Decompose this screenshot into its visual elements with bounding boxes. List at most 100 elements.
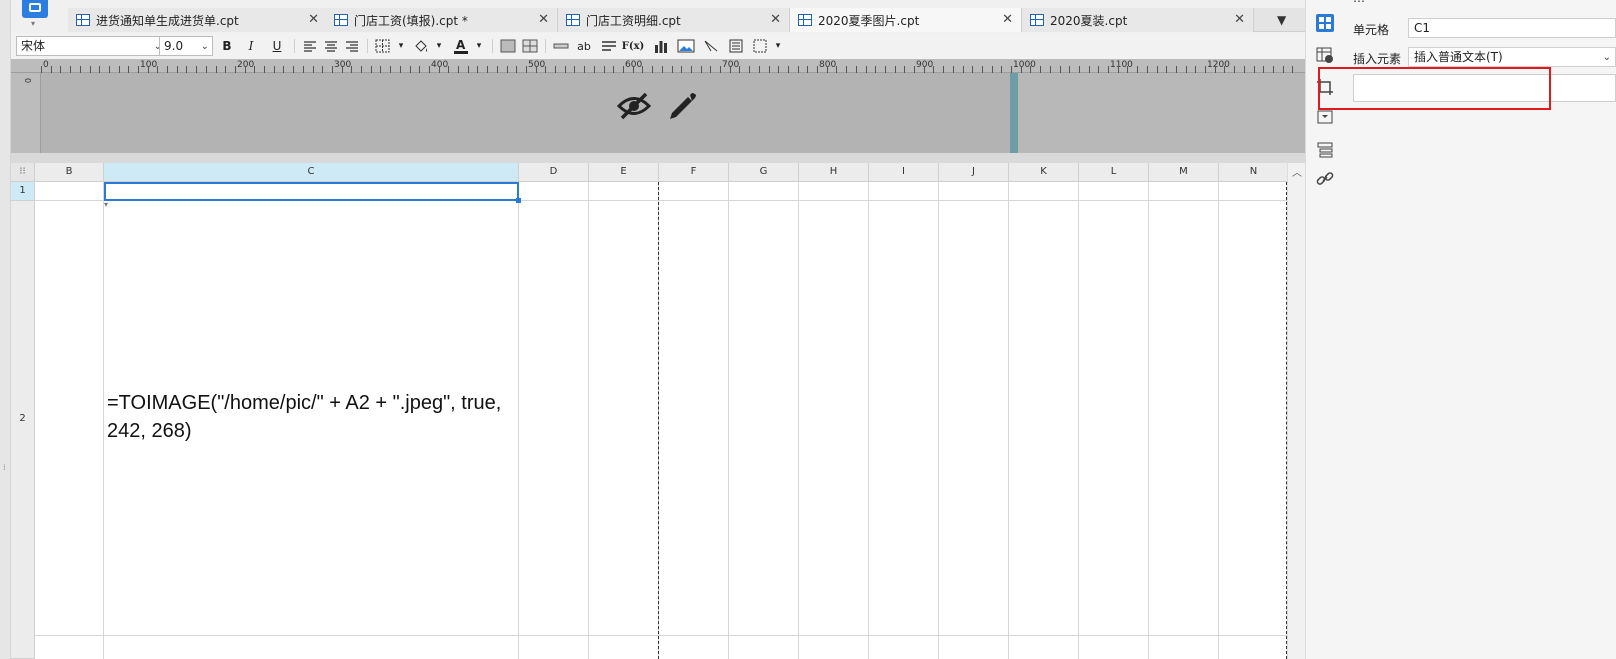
ruler-label: 1000 [1013, 60, 1036, 70]
formula-button[interactable]: F(x) [622, 37, 645, 55]
column-header-f[interactable]: F [659, 163, 729, 182]
cell-c2-content[interactable]: =TOIMAGE("/home/pic/" + A2 + ".jpeg", tr… [107, 389, 527, 445]
condition-attributes-icon[interactable] [1316, 140, 1334, 158]
font-family-select[interactable]: 宋体 ⌄ [16, 36, 166, 56]
ruler-tick [691, 66, 692, 73]
ruler-tick [1166, 66, 1167, 73]
column-header-m[interactable]: M [1149, 163, 1219, 182]
tab-1[interactable]: 进货通知单生成进货单.cpt ✕ [68, 8, 328, 32]
ruler-tick [1021, 66, 1022, 73]
tab-5[interactable]: 2020夏装.cpt ✕ [1022, 8, 1254, 32]
ruler-tick [148, 66, 149, 73]
ruler-tick [866, 66, 867, 73]
column-header-h[interactable]: H [799, 163, 869, 182]
close-icon[interactable]: ✕ [770, 12, 781, 27]
column-header-b[interactable]: B [35, 163, 104, 182]
ruler-tick [1108, 66, 1109, 73]
column-divider [1148, 182, 1149, 659]
ruler-tick [99, 66, 100, 73]
preview-divider[interactable] [11, 153, 1305, 163]
cell-name-input[interactable]: C1 [1408, 18, 1616, 38]
tab-label: 2020夏季图片.cpt [818, 13, 920, 28]
ruler-tick [924, 66, 925, 73]
rich-text-icon[interactable] [599, 37, 619, 55]
cell-attributes-icon[interactable] [1316, 14, 1334, 32]
ruler-tick [293, 66, 294, 73]
spreadsheet-grid: ⁝⁝ BCDEFGHIJKLMN 1 2 ▾ =TOIMAGE("/home/p… [11, 163, 1305, 659]
close-icon[interactable]: ✕ [538, 12, 549, 27]
fill-handle[interactable] [516, 198, 521, 203]
app-menu-button[interactable] [22, 0, 48, 18]
merge-cells-icon[interactable] [498, 37, 518, 55]
column-header-i[interactable]: I [869, 163, 939, 182]
ruler-tick [574, 66, 575, 73]
ruler-tick [477, 66, 478, 73]
left-collapse-strip[interactable]: ⁞ [0, 0, 11, 659]
ruler-tick [70, 66, 71, 73]
underline-button[interactable]: U [267, 37, 287, 55]
font-size-select[interactable]: 9.0 ⌄ [159, 36, 213, 56]
fill-color-icon[interactable] [411, 37, 431, 55]
select-all-corner[interactable]: ⁝⁝ [11, 163, 35, 182]
pencil-icon[interactable] [666, 89, 698, 121]
ruler-tick [1224, 66, 1225, 73]
font-color-icon[interactable]: A [451, 37, 471, 55]
selected-cell-c1[interactable] [104, 182, 519, 201]
column-header-j[interactable]: J [939, 163, 1009, 182]
ruler-tick [1127, 66, 1128, 73]
widget-icon[interactable] [1316, 108, 1334, 126]
ruler-tick [681, 66, 682, 73]
text-button[interactable]: ab [574, 37, 594, 55]
row-header-2[interactable]: 2 [11, 201, 35, 659]
image-icon[interactable] [676, 37, 696, 55]
slash-icon[interactable] [701, 37, 721, 55]
border-icon[interactable] [373, 37, 393, 55]
align-left-icon[interactable] [300, 37, 320, 55]
column-header-l[interactable]: L [1079, 163, 1149, 182]
column-header-k[interactable]: K [1009, 163, 1079, 182]
column-header-e[interactable]: E [589, 163, 659, 182]
report-file-icon [334, 14, 348, 26]
cell-style-icon[interactable] [1316, 46, 1334, 64]
close-icon[interactable]: ✕ [308, 12, 319, 27]
ruler-tick [613, 66, 614, 73]
tab-list-menu-icon[interactable]: ▼ [1277, 13, 1286, 27]
report-file-icon [76, 14, 90, 26]
border-dropdown-icon[interactable]: ▾ [391, 37, 411, 55]
chart-icon[interactable] [651, 37, 671, 55]
row-header-1[interactable]: 1 [11, 182, 35, 201]
ruler-label: 0 [43, 60, 49, 70]
hyperlink-icon[interactable] [1316, 170, 1334, 188]
grip-icon[interactable]: ⁞ [3, 463, 6, 472]
highlight-annotation-box [1318, 67, 1551, 110]
tab-3[interactable]: 门店工资明细.cpt ✕ [558, 8, 790, 32]
ruler-tick [856, 66, 857, 73]
app-menu-dropdown-icon[interactable]: ▾ [31, 19, 35, 28]
ruler-tick [1273, 66, 1274, 73]
insert-row-icon[interactable] [551, 37, 571, 55]
column-header-d[interactable]: D [519, 163, 589, 182]
align-center-icon[interactable] [321, 37, 341, 55]
close-icon[interactable]: ✕ [1002, 12, 1013, 27]
ruler-tick [1263, 66, 1264, 73]
italic-button[interactable]: I [241, 37, 261, 55]
insert-element-select[interactable]: 插入普通文本(T) ⌄ [1408, 47, 1616, 67]
font-color-dropdown-icon[interactable]: ▾ [469, 37, 489, 55]
report-file-icon [566, 14, 580, 26]
bold-button[interactable]: B [217, 37, 237, 55]
scroll-up-icon[interactable]: ︿ [1292, 164, 1302, 179]
close-icon[interactable]: ✕ [1234, 12, 1245, 27]
tab-2[interactable]: 门店工资(填报).cpt * ✕ [326, 8, 558, 32]
vertical-scrollbar[interactable]: ︿ [1287, 163, 1305, 659]
eye-off-icon[interactable] [617, 91, 651, 121]
unmerge-cells-icon[interactable] [520, 37, 540, 55]
column-header-c[interactable]: C [104, 163, 519, 182]
tab-4-active[interactable]: 2020夏季图片.cpt ✕ [790, 8, 1022, 32]
cell-element-dropdown-icon[interactable]: ▾ [768, 37, 788, 55]
subreport-icon[interactable] [726, 37, 746, 55]
column-header-g[interactable]: G [729, 163, 799, 182]
page-preview-area [41, 73, 1305, 153]
fill-dropdown-icon[interactable]: ▾ [429, 37, 449, 55]
column-header-n[interactable]: N [1219, 163, 1289, 182]
align-right-icon[interactable] [342, 37, 362, 55]
